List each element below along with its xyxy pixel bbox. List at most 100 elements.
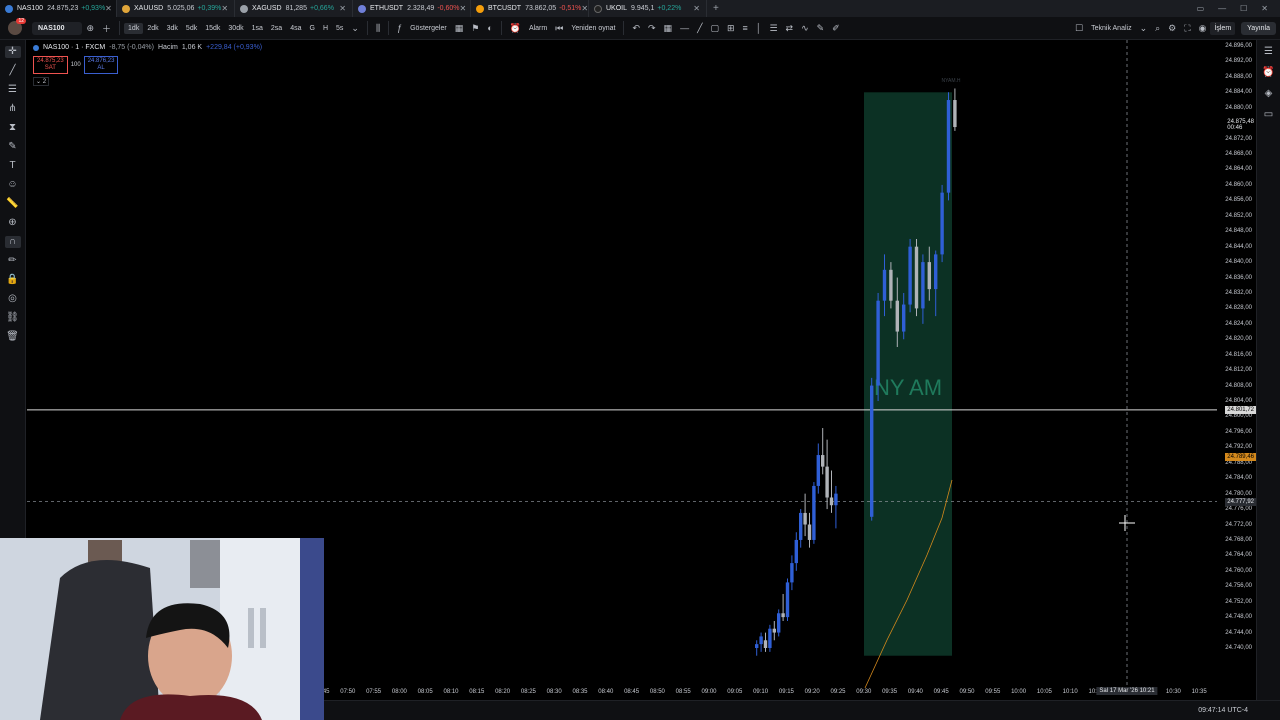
templates-icon[interactable]: ▦ [451, 23, 468, 34]
alarm-button[interactable]: Alarm [525, 25, 551, 32]
chat-icon[interactable]: ▭ [1264, 109, 1273, 120]
buy-label: AL [97, 65, 105, 71]
minimize-icon[interactable]: — [1218, 4, 1226, 13]
watchlist-icon[interactable]: ☰ [1264, 46, 1273, 57]
maximize-icon[interactable]: ☐ [1240, 4, 1247, 13]
interval-1sa[interactable]: 1sa [248, 25, 267, 32]
crosshair-grid-icon[interactable]: ⊞ [723, 23, 739, 34]
marker-icon[interactable]: ✐ [828, 23, 844, 34]
compare-icon[interactable]: ◐ [483, 23, 496, 33]
tab-ukoil[interactable]: UKOIL 9.945,1 +0,22% ✕ [589, 0, 707, 17]
chevron-down-icon[interactable]: ⌄ [1136, 23, 1152, 34]
vertical-line-icon[interactable]: │ [752, 23, 766, 33]
interval-5dk[interactable]: 5dk [182, 25, 201, 32]
close-icon[interactable]: ✕ [105, 4, 112, 13]
analysis-button[interactable]: Teknik Analiz [1087, 25, 1135, 32]
tab-xagusd[interactable]: XAGUSD 81,285 +0,66% ✕ [235, 0, 353, 17]
interval-4sa[interactable]: 4sa [286, 25, 305, 32]
close-icon[interactable]: ✕ [221, 4, 228, 13]
redo-icon[interactable]: ↷ [644, 23, 660, 34]
candles-icon[interactable]: ⫼ [372, 23, 384, 34]
add-symbol-icon[interactable]: ＋ [98, 22, 115, 35]
interval-3dk[interactable]: 3dk [163, 25, 182, 32]
price-tick-label: 24.768,00 [1225, 536, 1252, 543]
close-icon[interactable]: ✕ [460, 4, 467, 13]
ruler-icon[interactable]: 📏 [5, 198, 21, 210]
tab-btcusdt[interactable]: BTCUSDT 73.862,05 -0,51% ✕ [471, 0, 589, 17]
brush-icon[interactable]: ✎ [5, 141, 21, 153]
cursor-icon[interactable]: ✛ [4, 46, 21, 58]
price-tick-label: 24.836,00 [1225, 274, 1252, 281]
collapse-indicators[interactable]: ⌄ 2 [33, 77, 50, 86]
compare-icon[interactable]: ⊕ [82, 23, 98, 34]
fullscreen-icon[interactable]: ⛶ [1180, 23, 1194, 34]
magnet-icon[interactable]: ∩ [4, 236, 21, 248]
interval-15dk[interactable]: 15dk [201, 25, 224, 32]
time-tick-label: 10:10 [1062, 689, 1078, 695]
interval-2sa[interactable]: 2sa [267, 25, 286, 32]
checkbox-icon[interactable]: ☐ [1071, 23, 1087, 34]
chevron-down-icon[interactable]: ⌄ [347, 23, 363, 34]
volume-label: Hacim [158, 44, 178, 51]
interval-1dk[interactable]: 1dk [124, 22, 144, 34]
trendline-icon[interactable]: ╱ [693, 23, 706, 34]
horizontal-line-icon[interactable]: — [676, 23, 693, 33]
symbol-search[interactable]: NAS100 [32, 21, 83, 35]
candle-body [807, 524, 812, 540]
close-icon[interactable]: ✕ [339, 4, 346, 13]
lines-icon[interactable]: ≡ [739, 23, 752, 33]
tab-xauusd[interactable]: XAUUSD 5.025,06 +0,39% ✕ [117, 0, 235, 17]
horizontal-lines-icon[interactable]: ☰ [5, 84, 21, 96]
text-icon[interactable]: T [5, 160, 21, 172]
trade-button[interactable]: İşlem [1210, 21, 1236, 35]
gear-icon[interactable]: ⚙ [1164, 23, 1180, 34]
buy-button[interactable]: 24.876,23 AL [83, 56, 119, 74]
price-axis[interactable]: 24.896,00 24.892,00 24.888,00 24.884,00 24.8… [1217, 40, 1256, 702]
grid-icon[interactable]: ▦ [660, 23, 677, 34]
tab-ethusdt[interactable]: ETHUSDT 2.328,49 -0,60% ✕ [353, 0, 471, 17]
trash-icon[interactable]: 🗑 [5, 331, 21, 343]
layers-icon[interactable]: ◈ [1265, 88, 1273, 99]
replay-button[interactable]: Yeniden oynat [567, 25, 619, 32]
trendline-icon[interactable]: ╱ [5, 65, 21, 77]
gold-icon [122, 4, 130, 13]
undo-icon[interactable]: ↶ [628, 23, 644, 34]
tab-change: -0,51% [559, 5, 582, 12]
layout-icon[interactable]: ▭ [1197, 4, 1205, 13]
tab-nas100[interactable]: NAS100 24.875,23 +0,93% ✕ [0, 0, 117, 17]
price-tick-label: 24.820,00 [1225, 336, 1252, 343]
add-tab-icon[interactable]: + [707, 3, 725, 14]
search-icon[interactable]: ⌕ [1151, 23, 1164, 34]
camera-icon[interactable]: ◉ [1195, 23, 1211, 34]
settings-lines-icon[interactable]: ☰ [765, 23, 781, 34]
brush-icon[interactable]: ✎ [813, 23, 829, 34]
rectangle-icon[interactable]: ▢ [706, 23, 723, 34]
lock-icon[interactable]: 🔒 [5, 274, 21, 286]
emoji-icon[interactable]: ☺ [5, 179, 21, 191]
interval-h[interactable]: H [319, 25, 332, 32]
time-tick-label: 08:50 [649, 689, 665, 695]
legend-symbol[interactable]: NAS100 · 1 · FXCM [43, 44, 105, 51]
wave-icon[interactable]: ∿ [797, 23, 813, 34]
ray-icon[interactable]: ⇄ [782, 23, 798, 34]
close-icon[interactable]: ✕ [693, 4, 700, 13]
publish-button[interactable]: Yayınla [1241, 21, 1276, 35]
interval-g[interactable]: G [305, 25, 318, 32]
interval-30dk[interactable]: 30dk [224, 25, 247, 32]
pencil-lock-icon[interactable]: ✏ [5, 255, 21, 267]
interval-2dk[interactable]: 2dk [143, 25, 162, 32]
flag-icon[interactable]: ⚑ [467, 23, 483, 34]
pitchfork-icon[interactable]: ⋔ [5, 103, 21, 115]
legend-change: -8,75 (-0,04%) [109, 44, 154, 51]
interval-5s[interactable]: 5s [332, 25, 347, 32]
sell-button[interactable]: 24.875,23 SAT [33, 56, 68, 74]
avatar[interactable]: 12 [8, 18, 26, 35]
close-icon[interactable]: ✕ [581, 4, 588, 13]
zoom-icon[interactable]: ⊕ [5, 217, 21, 229]
close-window-icon[interactable]: ✕ [1261, 4, 1268, 13]
indicators-button[interactable]: Göstergeler [406, 25, 451, 32]
alerts-icon[interactable]: ⏰ [1262, 67, 1274, 78]
link-icon[interactable]: ⛓ [5, 312, 21, 324]
fib-icon[interactable]: ⧗ [5, 122, 21, 134]
eye-icon[interactable]: ◎ [5, 293, 21, 305]
